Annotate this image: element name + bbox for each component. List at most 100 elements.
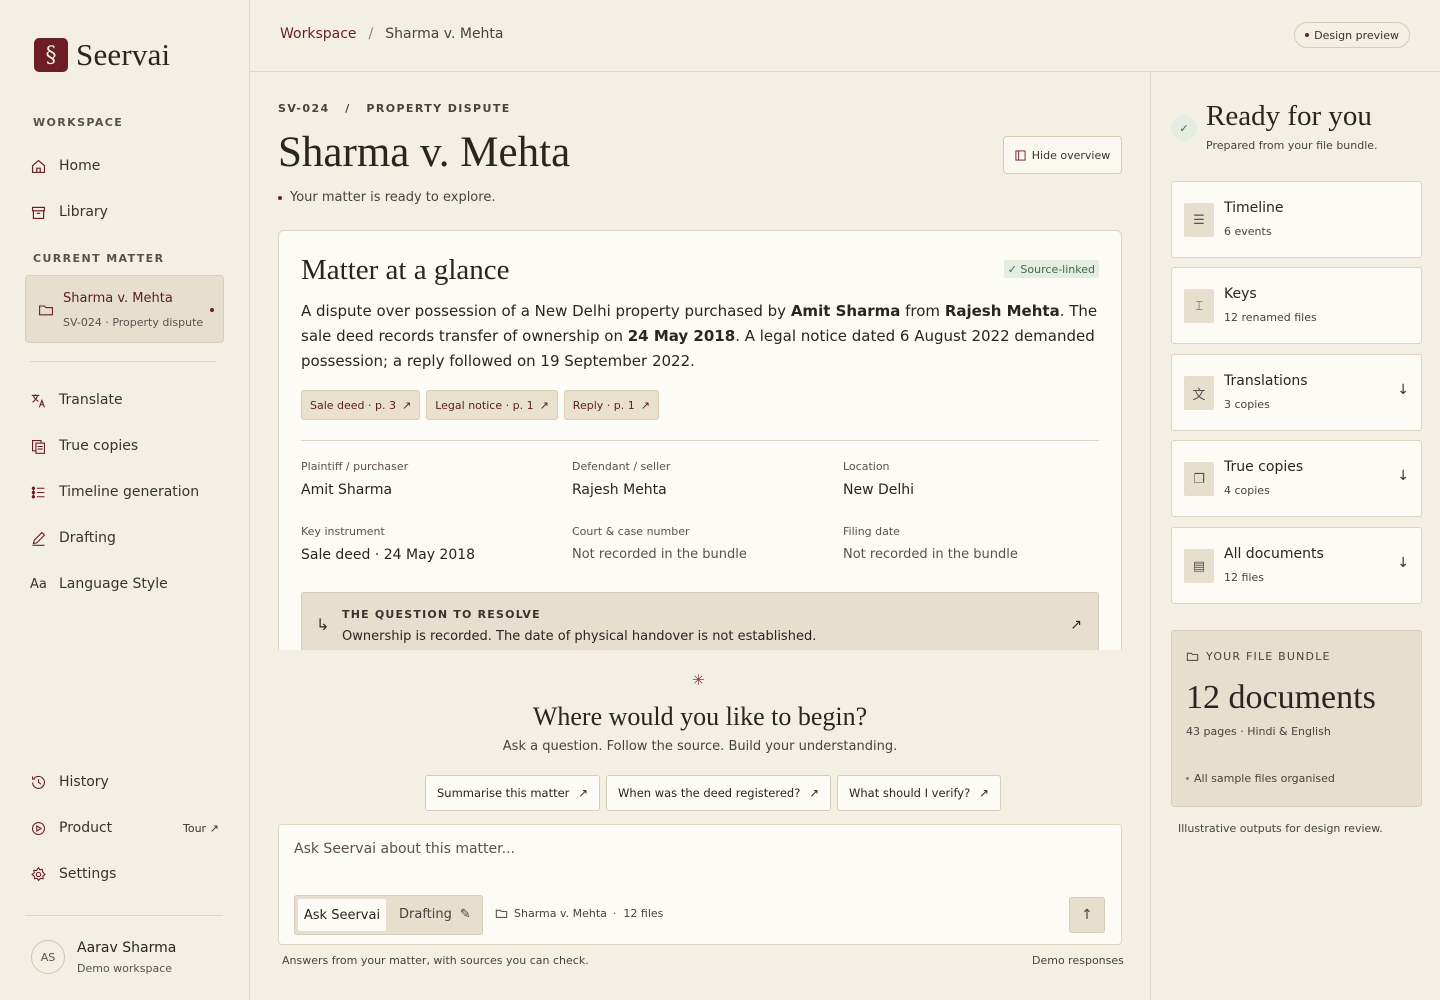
archive-icon: ▤ [1184, 549, 1214, 583]
matter-summary: A dispute over possession of a New Delhi… [301, 302, 1098, 370]
field-filing-date: Filing date Not recorded in the bundle [843, 525, 1018, 562]
file-bundle-label: YOUR FILE BUNDLE [1186, 650, 1331, 663]
sidebar-item-label: Home [59, 158, 101, 174]
prompt-verify[interactable]: What should I verify? ↗ [836, 775, 1001, 811]
keys-icon: ⌶ [1184, 289, 1214, 323]
sidebar-item-label: Language Style [59, 576, 168, 592]
suggested-prompts: Summarise this matter ↗ When was the deed… [425, 775, 1001, 811]
sidebar-item-label: True copies [59, 438, 139, 454]
sidebar-item-settings[interactable]: Settings [30, 863, 116, 885]
breadcrumb-workspace-link[interactable]: Workspace [280, 26, 357, 42]
current-matter-subtitle: SV-024 · Property dispute [63, 316, 204, 329]
matter-scope[interactable]: Sharma v. Mehta · 12 files [495, 907, 663, 920]
folder-icon [1186, 652, 1199, 661]
sidebar-item-home[interactable]: Home [30, 155, 100, 177]
timeline-icon: ☰ [1184, 203, 1214, 237]
sidebar-item-label: Library [59, 204, 108, 220]
card-subtitle: 12 renamed files [1224, 311, 1317, 324]
source-chip-legal-notice[interactable]: Legal notice · p. 1 ↗ [426, 390, 558, 420]
file-bundle-status: All sample files organised [1186, 772, 1335, 785]
demo-responses-label: Demo responses [1032, 954, 1124, 967]
current-matter-title: Sharma v. Mehta [63, 291, 173, 306]
begin-subtitle: Ask a question. Follow the source. Build… [502, 739, 898, 754]
card-title: Timeline [1224, 200, 1284, 216]
field-key-instrument: Key instrument Sale deed · 24 May 2018 [301, 525, 476, 563]
download-icon[interactable]: ↓ [1397, 555, 1409, 571]
field-court-case: Court & case number Not recorded in the b… [572, 525, 747, 562]
hide-overview-label: Hide overview [1031, 148, 1111, 162]
source-chips: Sale deed · p. 3 ↗ Legal notice · p. 1 ↗ R… [301, 390, 659, 420]
output-card-true-copies[interactable]: ❐ True copies 4 copies ↓ [1171, 440, 1422, 517]
sidebar-item-product[interactable]: Product [30, 817, 112, 839]
sidebar-item-history[interactable]: History [30, 771, 109, 793]
pen-icon [32, 531, 46, 546]
sidebar-item-translate[interactable]: Translate [30, 389, 123, 411]
brand-logo[interactable]: § Seervai [34, 37, 170, 73]
sidebar-item-library[interactable]: Library [30, 201, 108, 223]
ready-subtitle: Prepared from your file bundle. [1206, 139, 1378, 152]
matter-glance-card: Matter at a glance ✓ Source-linked A dis… [278, 230, 1122, 650]
folder-icon [495, 909, 508, 918]
current-matter-card[interactable]: Sharma v. Mehta SV-024 · Property disput… [25, 275, 224, 343]
tour-link[interactable]: Tour ↗ [183, 822, 219, 835]
external-arrow-icon: ↗ [809, 786, 819, 800]
question-text: Ownership is recorded. The date of physi… [342, 629, 817, 644]
brand-name: Seervai [76, 37, 171, 72]
sidebar-divider [30, 361, 216, 362]
matter-eyebrow: SV-024 / PROPERTY DISPUTE [278, 102, 511, 115]
sidebar-item-timeline-generation[interactable]: Timeline generation [30, 481, 199, 503]
prompt-summarise[interactable]: Summarise this matter ↗ [425, 775, 601, 811]
mode-drafting[interactable]: Drafting ✎ [399, 907, 471, 922]
sidebar-item-true-copies[interactable]: True copies [30, 435, 138, 457]
card-subtitle: 4 copies [1224, 484, 1270, 497]
download-icon[interactable]: ↓ [1397, 382, 1409, 398]
output-card-timeline[interactable]: ☰ Timeline 6 events [1171, 181, 1422, 258]
output-card-translations[interactable]: 文 Translations 3 copies ↓ [1171, 354, 1422, 431]
section-mark-icon: § [34, 38, 68, 72]
ask-input[interactable]: Ask Seervai about this matter... [294, 841, 515, 857]
matter-status: Your matter is ready to explore. [278, 190, 495, 205]
sidebar-item-drafting[interactable]: Drafting [30, 527, 116, 549]
translate-icon [31, 394, 45, 407]
question-to-resolve[interactable]: ↳ THE QUESTION TO RESOLVE Ownership is r… [301, 592, 1099, 650]
card-title: True copies [1224, 459, 1304, 475]
mode-toggle: Ask Seervai Drafting ✎ [294, 895, 483, 935]
output-card-keys[interactable]: ⌶ Keys 12 renamed files [1171, 267, 1422, 344]
design-preview-badge: Design preview [1294, 22, 1410, 48]
external-arrow-icon: ↗ [539, 398, 549, 412]
scope-file-count: · 12 files [612, 907, 664, 920]
folder-icon [39, 305, 53, 316]
divider [301, 440, 1099, 441]
external-arrow-icon: ↗ [640, 398, 650, 412]
source-chip-sale-deed[interactable]: Sale deed · p. 3 ↗ [301, 390, 421, 420]
sidebar-item-label: Settings [59, 866, 117, 882]
output-card-all-documents[interactable]: ▤ All documents 12 files ↓ [1171, 527, 1422, 604]
user-profile[interactable]: AS Aarav Sharma Demo workspace [31, 940, 176, 975]
status-dot [1186, 777, 1189, 780]
sidebar-item-label: Translate [59, 392, 123, 408]
sidebar-item-label: Product [59, 820, 113, 836]
prompt-deed-registered[interactable]: When was the deed registered? ↗ [606, 775, 831, 811]
translate-icon: 文 [1184, 376, 1214, 410]
source-chip-reply[interactable]: Reply · p. 1 ↗ [563, 390, 659, 420]
user-workspace: Demo workspace [77, 962, 173, 975]
timeline-icon [31, 486, 45, 498]
sidebar-item-language-style[interactable]: Aa Language Style [30, 573, 168, 595]
card-title: Translations [1224, 373, 1308, 389]
external-arrow-icon: ↗ [402, 398, 412, 412]
hide-overview-button[interactable]: Hide overview [1003, 136, 1122, 174]
return-arrow-icon: ↳ [316, 615, 330, 634]
page-title: Sharma v. Mehta [278, 129, 571, 176]
send-button[interactable]: ↑ [1069, 897, 1105, 933]
card-title: Keys [1224, 286, 1257, 302]
pencil-icon: ✎ [459, 907, 471, 922]
ready-title: Ready for you [1206, 100, 1372, 132]
current-matter-section-label: CURRENT MATTER [33, 252, 165, 265]
mode-ask-seervai[interactable]: Ask Seervai [298, 899, 386, 931]
breadcrumb-separator: / [368, 26, 374, 42]
sidebar-item-label: History [59, 774, 109, 790]
question-label: THE QUESTION TO RESOLVE [342, 608, 541, 621]
download-icon[interactable]: ↓ [1397, 468, 1409, 484]
font-icon: Aa [30, 576, 47, 592]
ready-panel: ✓ Ready for you Prepared from your file … [1150, 72, 1440, 1000]
